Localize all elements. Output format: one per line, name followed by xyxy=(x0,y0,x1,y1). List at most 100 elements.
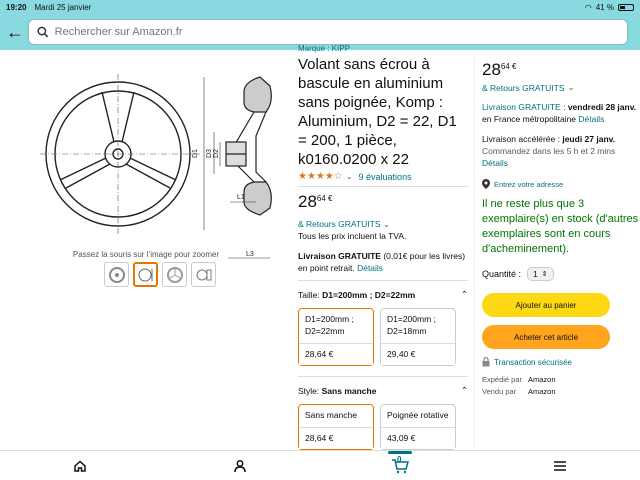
quantity-label: Quantité : xyxy=(482,269,522,279)
chevron-up-icon[interactable]: ⌃ xyxy=(461,385,468,396)
style-option-selected[interactable]: Sans manche 28,64 € xyxy=(298,404,374,450)
thumbnail-4[interactable] xyxy=(191,262,216,287)
delivery-where: en France métropolitaine xyxy=(482,114,577,124)
status-date: Mardi 25 janvier xyxy=(34,2,92,12)
style-option[interactable]: Poignée rotative 43,09 € xyxy=(380,404,456,450)
style-option-label: Sans manche xyxy=(305,410,357,420)
seller-info: Expédié par Amazon Vendu par Amazon xyxy=(482,375,640,396)
size-options: D1=200mm ; D2=22mm 28,64 € D1=200mm ; D2… xyxy=(298,308,468,366)
rating-count-link[interactable]: 9 évaluations xyxy=(359,172,412,182)
secure-transaction[interactable]: Transaction sécurisée xyxy=(482,357,640,367)
express-order-deadline: Commandez dans les 5 h et 2 mins xyxy=(482,146,616,156)
style-option-price: 43,09 € xyxy=(381,427,455,449)
image-gallery: D1 D3 D2 L1 L3 Passez la souris sur l’im… xyxy=(0,50,292,450)
brand-link[interactable]: Marque : KIPP xyxy=(298,44,468,53)
style-value: Sans manche xyxy=(321,385,377,396)
delivery-details-link[interactable]: Détails xyxy=(357,263,383,273)
style-label: Style: xyxy=(298,385,320,396)
battery-percent: 41 % xyxy=(595,2,614,12)
battery-icon xyxy=(618,3,634,11)
search-box[interactable] xyxy=(28,19,628,45)
back-arrow-icon[interactable]: ← xyxy=(6,22,28,43)
column-divider xyxy=(474,58,475,448)
delivery-info: Livraison GRATUITE (0,01€ pour les livre… xyxy=(298,250,468,274)
size-selector-header[interactable]: Taille: D1=200mm ; D2=22mm ⌃ xyxy=(298,289,468,300)
product-title: Volant sans écrou à bascule en aluminium… xyxy=(298,56,457,168)
size-option-selected[interactable]: D1=200mm ; D2=22mm 28,64 € xyxy=(298,308,374,366)
nav-home[interactable] xyxy=(60,453,100,479)
search-input[interactable] xyxy=(54,26,619,38)
returns-row[interactable]: & Retours GRATUITS ⌄ xyxy=(482,82,640,93)
delivery-date: vendredi 28 janv. xyxy=(567,102,637,112)
label-l1: L1 xyxy=(237,194,245,201)
chevron-up-icon[interactable]: ⌃ xyxy=(461,289,468,300)
buybox-price: 2864 € xyxy=(482,60,640,80)
quantity-select[interactable]: 1 ⇕ xyxy=(527,267,554,281)
chevron-down-icon[interactable]: ⌄ xyxy=(568,82,575,93)
divider xyxy=(298,186,468,187)
zoom-hint: Passez la souris sur l’image pour zoomer xyxy=(72,250,220,259)
delivery-free-label: Livraison GRATUITE xyxy=(298,251,381,261)
express-delivery-info: Livraison accélérée : jeudi 27 janv. Com… xyxy=(482,133,640,169)
lock-icon xyxy=(482,357,490,367)
returns-link[interactable]: & Retours GRATUITS xyxy=(482,83,565,93)
express-date: jeudi 27 janv. xyxy=(562,134,616,144)
divider xyxy=(298,280,468,281)
thumbnail-2-selected[interactable] xyxy=(133,262,158,287)
secure-transaction-link[interactable]: Transaction sécurisée xyxy=(494,358,572,367)
divider xyxy=(298,376,468,377)
product-details: Marque : KIPP Volant sans écrou à bascul… xyxy=(298,44,468,450)
buy-now-button[interactable]: Acheter cet article xyxy=(482,325,610,349)
nav-cart[interactable]: 0 xyxy=(380,450,420,479)
address-link[interactable]: Entrez votre adresse xyxy=(494,180,563,189)
shipped-by-label: Expédié par xyxy=(482,375,523,384)
size-option-label: D1=200mm ; D2=22mm xyxy=(305,314,354,336)
nav-account[interactable] xyxy=(220,453,260,479)
price-fraction: 64 € xyxy=(500,62,517,71)
shipped-by-value: Amazon xyxy=(528,375,556,384)
wheel-thumb-icon xyxy=(108,266,125,283)
user-icon xyxy=(234,459,246,472)
bottom-nav: 0 xyxy=(0,450,640,480)
returns-link[interactable]: & Retours GRATUITS xyxy=(298,219,381,229)
rating-stars[interactable]: ★★★★☆ xyxy=(298,171,343,182)
add-to-cart-button[interactable]: Ajouter au panier xyxy=(482,293,610,317)
cart-count: 0 xyxy=(397,454,402,464)
status-time: 19:20 xyxy=(6,2,27,12)
nav-menu[interactable] xyxy=(540,453,580,479)
express-details-link[interactable]: Détails xyxy=(482,158,508,168)
express-label: Livraison accélérée : xyxy=(482,134,560,144)
drawing-thumb-icon xyxy=(196,269,211,280)
delivery-details-link[interactable]: Détails xyxy=(578,114,604,124)
delivery-free-info: Livraison GRATUITE : vendredi 28 janv. e… xyxy=(482,102,637,124)
updown-arrows-icon: ⇕ xyxy=(541,271,548,278)
chevron-down-icon[interactable]: ⌄ xyxy=(346,172,353,181)
delivery-free-link[interactable]: Livraison GRATUITE xyxy=(482,102,561,112)
size-option-label: D1=200mm ; D2=18mm xyxy=(387,314,436,336)
size-label: Taille: xyxy=(298,289,320,300)
thumbnail-1[interactable] xyxy=(104,262,129,287)
address-row[interactable]: Entrez votre adresse xyxy=(482,179,640,189)
wheel-thumb-icon xyxy=(166,266,183,283)
wifi-icon: ◠ xyxy=(584,2,592,12)
label-d2: D2 xyxy=(213,149,220,158)
style-options: Sans manche 28,64 € Poignée rotative 43,… xyxy=(298,404,468,450)
size-option[interactable]: D1=200mm ; D2=18mm 29,40 € xyxy=(380,308,456,366)
menu-icon xyxy=(554,460,566,471)
rating-row[interactable]: ★★★★☆ ⌄ 9 évaluations xyxy=(298,171,468,182)
status-bar: 19:20 Mardi 25 janvier ◠ 41 % xyxy=(0,0,640,14)
buy-box: 2864 € & Retours GRATUITS ⌄ Livraison GR… xyxy=(482,50,640,450)
quantity-row: Quantité : 1 ⇕ xyxy=(482,267,640,281)
style-option-label: Poignée rotative xyxy=(387,410,449,420)
sold-by-label: Vendu par xyxy=(482,387,517,396)
label-d1: D1 xyxy=(192,149,199,158)
returns-row[interactable]: & Retours GRATUITS ⌄ xyxy=(298,218,468,230)
tax-note: Tous les prix incluent la TVA. xyxy=(298,231,407,241)
quantity-value: 1 xyxy=(533,269,538,279)
style-selector-header[interactable]: Style: Sans manche ⌃ xyxy=(298,385,468,396)
price-fraction: 64 € xyxy=(316,194,333,203)
thumbnail-3[interactable] xyxy=(162,262,187,287)
chevron-down-icon[interactable]: ⌄ xyxy=(383,219,390,229)
stock-status: Il ne reste plus que 3 exemplaire(s) en … xyxy=(482,198,639,255)
product-price: 2864 € xyxy=(298,192,468,212)
